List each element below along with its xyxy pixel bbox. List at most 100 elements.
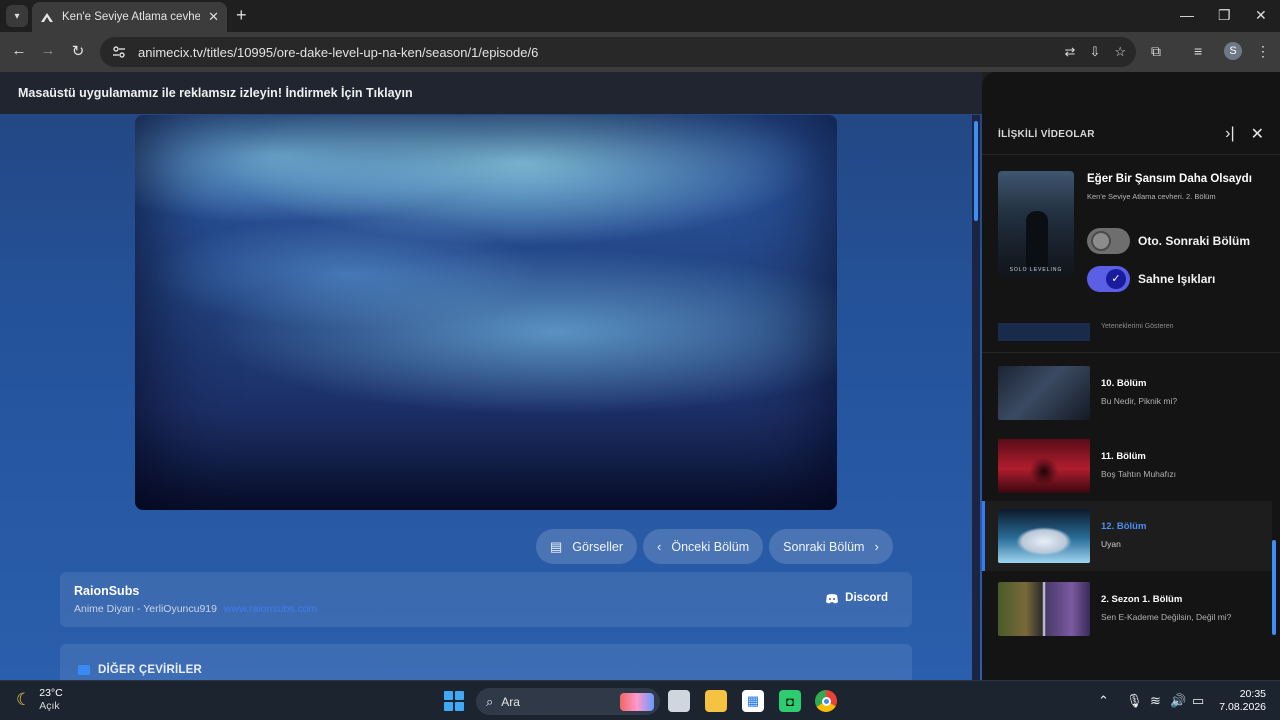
panel-scrollbar[interactable] <box>1271 325 1277 642</box>
url-text: animecix.tv/titles/10995/ore-dake-level-… <box>138 44 539 60</box>
scene-lights-toggle-row[interactable]: ✓ Sahne Işıkları <box>1087 266 1215 292</box>
forward-button[interactable]: → <box>38 42 58 59</box>
site-favicon-icon <box>41 13 53 22</box>
partial-episode-subtitle: Yeteneklerimi Gösteren <box>1101 323 1174 330</box>
microphone-icon[interactable]: 🎙 <box>1126 693 1143 709</box>
maximize-button[interactable]: ❐ <box>1218 7 1231 24</box>
episode-subtitle: Uyan <box>1101 539 1121 549</box>
gallery-label: Görseller <box>572 539 624 554</box>
page-scrollbar-thumb[interactable] <box>974 121 978 221</box>
now-playing-subtitle: Ken'e Seviye Atlama cevheri. 2. Bölüm <box>1087 192 1216 201</box>
address-bar[interactable]: animecix.tv/titles/10995/ore-dake-level-… <box>100 37 1136 67</box>
fansub-website-link[interactable]: www.raionsubs.com <box>224 603 317 615</box>
chrome-center-icon <box>821 696 831 706</box>
start-button[interactable] <box>444 691 464 711</box>
clock-date: 7.08.2026 <box>1219 701 1266 713</box>
search-highlight-icon <box>620 692 654 711</box>
episode-item-10[interactable]: 10. Bölüm Bu Nedir, Piknik mi? <box>982 358 1272 428</box>
episode-item-12[interactable]: 12. Bölüm Uyan <box>982 501 1272 571</box>
clock[interactable]: 20:35 7.08.2026 <box>1219 688 1266 714</box>
episode-list: Yeteneklerimi Gösteren 10. Bölüm Bu Nedi… <box>982 323 1280 680</box>
site-info-icon[interactable] <box>110 43 128 61</box>
image-gallery-icon: ▤ <box>550 538 563 554</box>
profile-avatar[interactable]: S <box>1224 42 1242 60</box>
chrome-icon[interactable] <box>815 690 837 712</box>
episode-title: 11. Bölüm <box>1101 451 1146 462</box>
episode-title: 10. Bölüm <box>1101 378 1147 389</box>
tab-close-icon[interactable]: ✕ <box>208 9 219 25</box>
install-app-icon[interactable]: ⇩ <box>1089 44 1100 60</box>
search-icon: ⌕ <box>486 693 494 709</box>
windows-logo-icon <box>444 702 453 711</box>
banner-text: Masaüstü uygulamamız ile reklamsız izley… <box>18 86 413 100</box>
discord-button[interactable]: Discord <box>825 592 888 604</box>
show-hidden-icons[interactable]: ⌃ <box>1098 693 1109 709</box>
autoplay-label: Oto. Sonraki Bölüm <box>1138 234 1251 248</box>
episode-item-s2e1[interactable]: 2. Sezon 1. Bölüm Sen E-Kademe Değilsin,… <box>982 574 1272 644</box>
close-window-button[interactable]: ✕ <box>1255 7 1267 24</box>
autoplay-toggle-row[interactable]: Oto. Sonraki Bölüm <box>1087 228 1250 254</box>
episode-title: 12. Bölüm <box>1101 521 1147 532</box>
browser-toolbar: ← → ↻ animecix.tv/titles/10995/ore-dake-… <box>0 32 1280 72</box>
poster-figure <box>1026 211 1048 267</box>
extensions-icon[interactable]: ⧉ <box>1151 43 1161 60</box>
now-playing-title: Eğer Bir Şansım Daha Olsaydı <box>1087 173 1252 185</box>
close-panel-icon[interactable]: ✕ <box>1251 124 1264 144</box>
translate-icon[interactable]: ⇄ <box>1065 44 1076 60</box>
poster-caption: SOLO LEVELING <box>1009 267 1063 273</box>
autoplay-toggle[interactable] <box>1087 228 1130 254</box>
page-content: Masaüstü uygulamamız ile reklamsız izley… <box>0 72 982 680</box>
taskbar-search[interactable]: ⌕ Ara <box>476 688 660 715</box>
moon-icon: ☾ <box>16 690 32 709</box>
back-button[interactable]: ← <box>9 42 29 59</box>
tab-title: Ken'e Seviye Atlama cevheri. (2 <box>62 11 201 23</box>
fansub-subtitle: Anime Diyarı - YerliOyuncu919 www.raions… <box>74 603 317 615</box>
new-tab-button[interactable]: + <box>236 6 247 24</box>
weather-widget[interactable]: ☾ 23°C Açık <box>16 687 63 713</box>
weather-temp: 23°C <box>39 687 63 699</box>
episode-subtitle: Sen E-Kademe Değilsin, Değil mi? <box>1101 612 1232 622</box>
gallery-button[interactable]: ▤ Görseller <box>536 529 638 564</box>
episode-thumbnail <box>998 366 1090 420</box>
bookmark-star-icon[interactable]: ☆ <box>1114 44 1126 60</box>
prev-label: Önceki Bölüm <box>671 539 750 554</box>
file-explorer-icon[interactable] <box>705 690 727 712</box>
windows-logo-icon <box>455 702 464 711</box>
page-scrollbar[interactable] <box>972 115 980 680</box>
collapse-panel-icon[interactable]: ›| <box>1225 125 1234 143</box>
other-translations-card: DİĞER ÇEVİRİLER <box>60 644 912 680</box>
chat-app-icon[interactable]: ◘ <box>779 690 801 712</box>
translations-icon <box>78 665 90 675</box>
discord-icon <box>826 593 839 603</box>
episode-item-11[interactable]: 11. Bölüm Boş Tahtın Muhafızı <box>982 431 1272 501</box>
more-menu-icon[interactable]: ⋮ <box>1256 43 1270 60</box>
fansub-name: RaionSubs <box>74 584 140 598</box>
microsoft-store-icon[interactable]: ▦ <box>742 690 764 712</box>
panel-scrollbar-thumb[interactable] <box>1272 540 1276 635</box>
related-videos-panel: İLİŞKİLİ VİDEOLAR ›| ✕ SOLO LEVELING Eğe… <box>982 72 1280 680</box>
prev-episode-button[interactable]: ‹ Önceki Bölüm <box>643 529 764 564</box>
chevron-down-icon: ▾ <box>14 10 20 22</box>
app-download-banner[interactable]: Masaüstü uygulamamız ile reklamsız izley… <box>0 72 982 114</box>
video-player[interactable] <box>135 115 837 510</box>
now-playing-poster: SOLO LEVELING <box>998 171 1074 279</box>
wifi-icon[interactable]: ≋ <box>1150 693 1161 709</box>
task-view-icon[interactable] <box>668 690 690 712</box>
windows-logo-icon <box>455 691 464 700</box>
check-icon: ✓ <box>1106 269 1126 289</box>
reload-button[interactable]: ↻ <box>68 42 88 60</box>
battery-icon[interactable]: ▭ <box>1192 693 1204 709</box>
weather-condition: Açık <box>39 700 60 712</box>
other-translations-label: DİĞER ÇEVİRİLER <box>98 664 202 676</box>
episode-subtitle: Boş Tahtın Muhafızı <box>1101 469 1176 479</box>
divider <box>982 154 1280 155</box>
taskbar: ☾ 23°C Açık ⌕ Ara ▦ ◘ ⌃ 🎙 ≋ 🔊 ▭ 20:35 7.… <box>0 680 1280 720</box>
next-episode-button[interactable]: Sonraki Bölüm › <box>769 529 893 564</box>
tab-search-button[interactable]: ▾ <box>6 5 28 27</box>
episode-thumbnail <box>998 323 1090 341</box>
volume-icon[interactable]: 🔊 <box>1170 693 1186 709</box>
scene-lights-toggle[interactable]: ✓ <box>1087 266 1130 292</box>
browser-tab[interactable]: Ken'e Seviye Atlama cevheri. (2 ✕ <box>32 2 227 32</box>
minimize-button[interactable]: — <box>1180 7 1194 23</box>
media-control-icon[interactable]: ≡ <box>1194 43 1202 59</box>
